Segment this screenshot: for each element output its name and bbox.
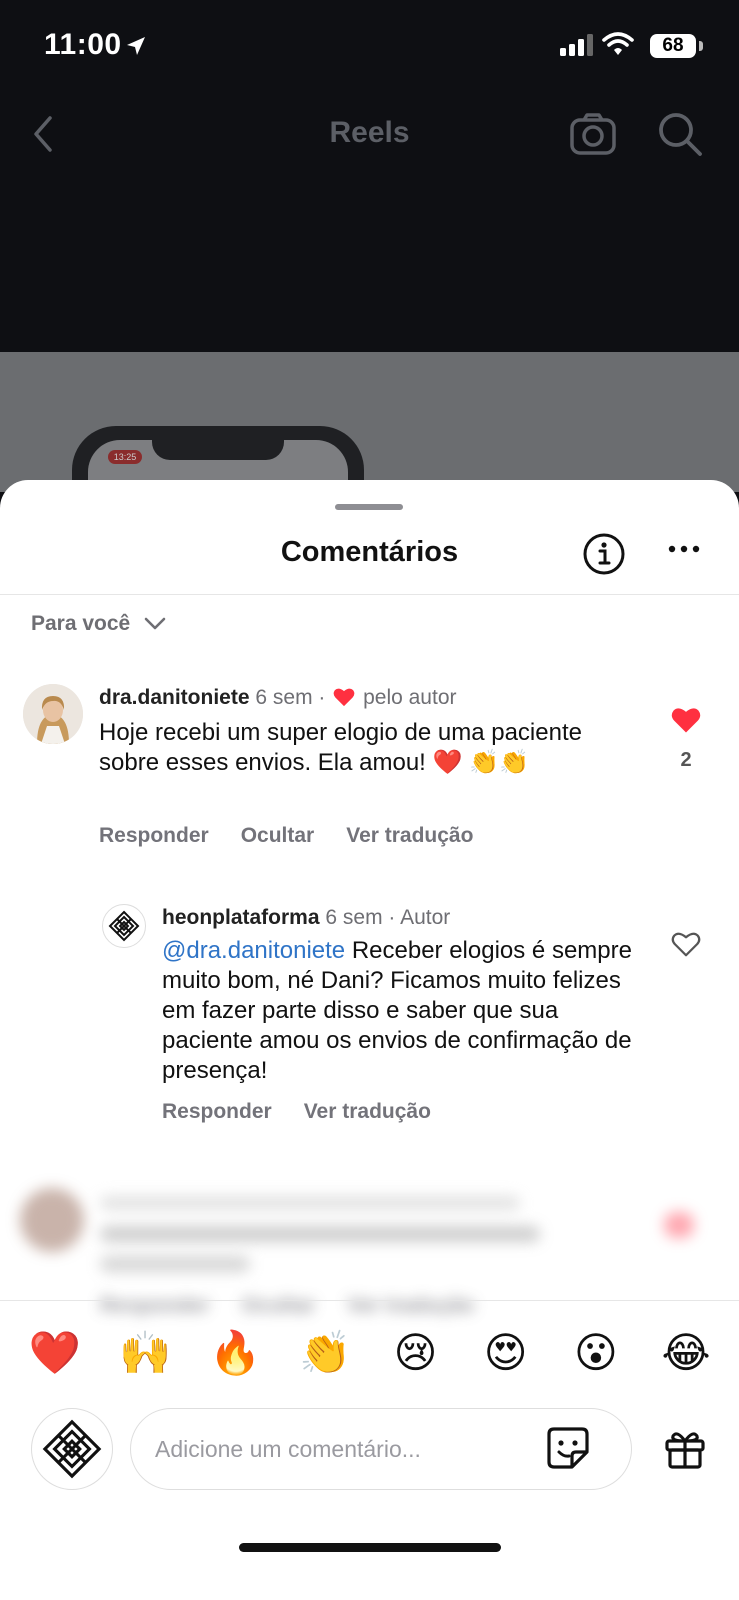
header-title: Reels <box>329 116 410 149</box>
gift-icon[interactable] <box>664 1428 706 1470</box>
comments-sheet: Comentários Para você dra.danitoniete 6 … <box>0 480 739 1600</box>
heon-logo-icon <box>42 1419 102 1479</box>
avatar[interactable] <box>102 904 146 948</box>
comment-meta: dra.danitoniete 6 sem · pelo autor <box>99 686 457 710</box>
see-translation-button: Ver tradução <box>347 1294 475 1317</box>
blurred-text <box>100 1226 540 1242</box>
phone-mockup-notch <box>152 426 284 460</box>
comment-like[interactable] <box>666 930 706 963</box>
avatar <box>20 1188 84 1252</box>
sticker-icon[interactable] <box>546 1426 590 1470</box>
see-translation-button[interactable]: Ver tradução <box>304 1100 431 1124</box>
comment-actions: Responder Ocultar Ver tradução <box>99 824 473 848</box>
reply-item: heonplataforma 6 sem · Autor @dra.danito… <box>0 896 739 1136</box>
chevron-down-icon <box>144 617 166 630</box>
comment-username[interactable]: dra.danitoniete <box>99 686 250 709</box>
emoji-clapping-button[interactable]: 👏 <box>288 1325 362 1381</box>
emoji-fire-button[interactable]: 🔥 <box>198 1325 272 1381</box>
info-icon[interactable] <box>582 532 626 576</box>
comment-time: 6 sem <box>325 906 383 929</box>
sheet-title: Comentários <box>280 536 459 568</box>
emoji-surprised-button[interactable]: 😮 <box>559 1325 633 1381</box>
emoji-reaction-bar: ❤️ 🙌 🔥 👏 😢 😍 😮 😂 <box>18 1325 723 1381</box>
reels-header: Reels <box>0 92 739 352</box>
hide-button[interactable]: Ocultar <box>241 824 315 848</box>
comment-item: dra.danitoniete 6 sem · pelo autor Hoje … <box>0 676 739 876</box>
mention-link[interactable]: @dra.danitoniete <box>162 937 345 964</box>
see-translation-button[interactable]: Ver tradução <box>346 824 473 848</box>
like-count: 2 <box>680 749 692 771</box>
location-arrow-icon <box>127 37 145 55</box>
avatar[interactable] <box>23 684 83 744</box>
blurred-meta <box>100 1196 520 1210</box>
reply-button[interactable]: Responder <box>162 1100 272 1124</box>
reply-button: Responder <box>100 1294 210 1317</box>
emoji-heart-eyes-button[interactable]: 😍 <box>469 1325 543 1381</box>
emoji-crying-button[interactable]: 😢 <box>379 1325 453 1381</box>
comment-time: 6 sem <box>255 686 313 709</box>
heart-outline-icon[interactable] <box>671 930 701 958</box>
status-bar: 11:00 68 <box>0 0 739 92</box>
composer-avatar <box>31 1408 113 1490</box>
camera-icon[interactable] <box>569 112 617 156</box>
battery-indicator: 68 <box>650 34 696 58</box>
comment-text: Hoje recebi um super elogio de uma pacie… <box>99 719 582 776</box>
blurred-heart <box>664 1212 694 1238</box>
comment-meta: heonplataforma 6 sem · Autor <box>162 906 450 930</box>
reply-button[interactable]: Responder <box>99 824 209 848</box>
emoji-heart-button[interactable]: ❤️ <box>18 1325 92 1381</box>
heart-filled-icon[interactable] <box>671 706 701 734</box>
blurred-comment: Responder Ocultar Ver tradução <box>0 1176 739 1318</box>
sheet-grabber[interactable] <box>335 504 403 510</box>
meta-separator: · <box>318 686 326 709</box>
sheet-divider <box>0 594 739 595</box>
author-badge: Autor <box>400 906 451 929</box>
battery-cap <box>699 41 703 51</box>
phone-mockup-time: 13:25 <box>108 450 142 464</box>
hide-button: Ocultar <box>241 1294 316 1317</box>
liked-by-author-label: pelo autor <box>363 686 457 709</box>
meta-separator: · <box>388 906 396 929</box>
search-icon[interactable] <box>656 110 704 158</box>
comment-text: @dra.danitoniete Receber elogios é sempr… <box>162 936 632 1086</box>
reel-video-preview: 13:25 <box>0 352 739 492</box>
profile-photo-icon <box>23 684 83 744</box>
emoji-raising-hands-button[interactable]: 🙌 <box>108 1325 182 1381</box>
blurred-text <box>100 1256 250 1272</box>
cellular-signal-icon <box>560 34 593 56</box>
heon-logo-icon <box>108 910 140 942</box>
comment-actions: Responder Ocultar Ver tradução <box>100 1294 474 1318</box>
emoji-bar-divider <box>0 1300 739 1301</box>
more-options-icon[interactable] <box>668 544 700 554</box>
sort-selector[interactable]: Para você <box>31 608 166 640</box>
emoji-laughing-button[interactable]: 😂 <box>649 1325 723 1381</box>
heart-filled-icon <box>333 688 355 707</box>
comment-username[interactable]: heonplataforma <box>162 906 320 929</box>
status-time: 11:00 <box>44 28 122 61</box>
comment-like[interactable]: 2 <box>666 706 706 772</box>
sort-label: Para você <box>31 612 131 635</box>
wifi-icon <box>602 32 634 55</box>
home-indicator <box>239 1543 501 1552</box>
comment-actions: Responder Ver tradução <box>162 1100 431 1124</box>
